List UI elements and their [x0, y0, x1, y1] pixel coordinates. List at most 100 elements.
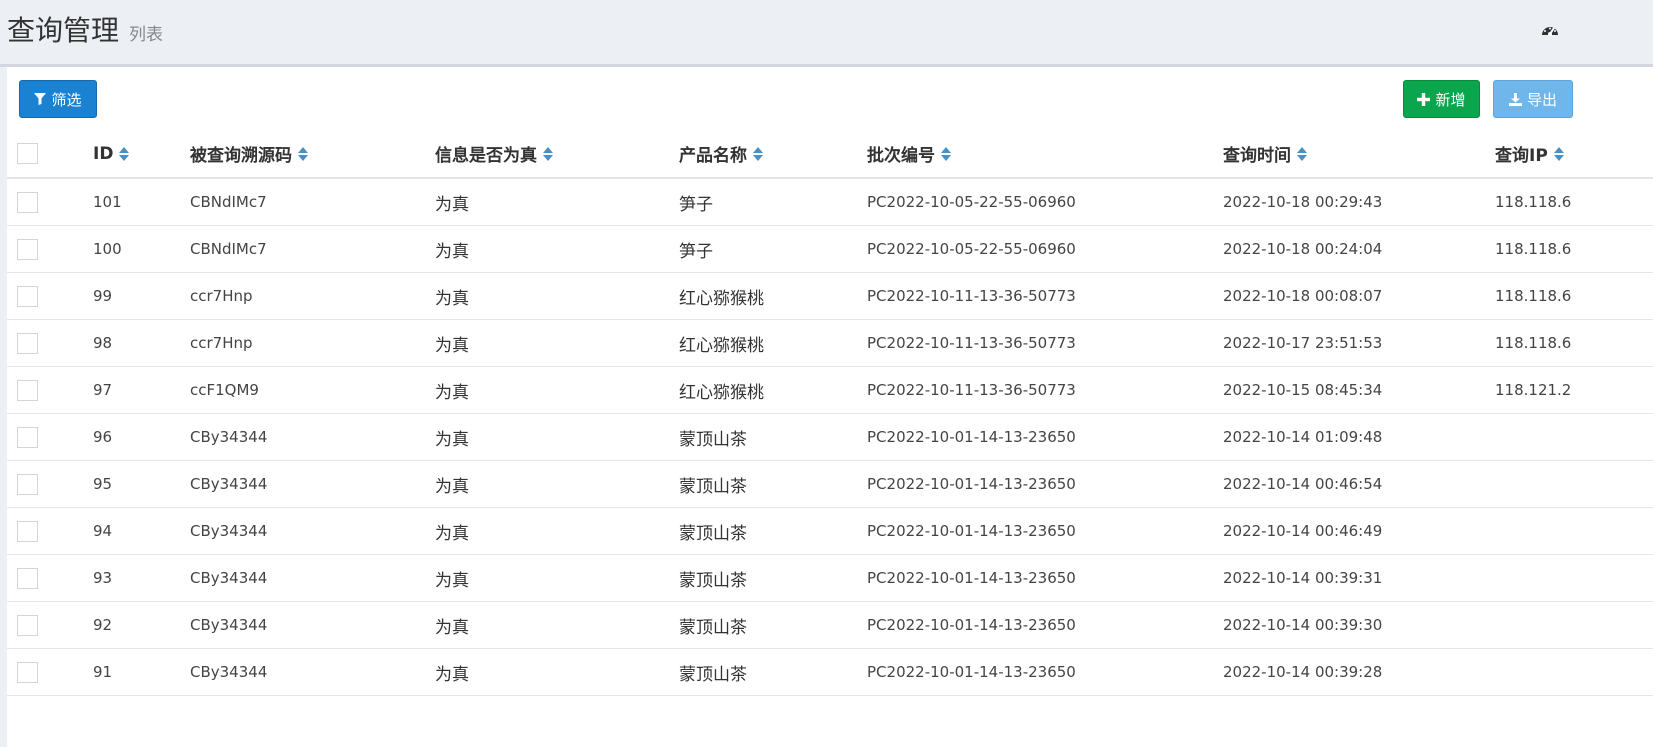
cell-time: 2022-10-15 08:45:34 [1223, 366, 1495, 414]
column-header-label: 信息是否为真 [435, 146, 537, 166]
column-header-code[interactable]: 被查询溯源码 [190, 130, 435, 179]
cell-code: CBy34344 [190, 460, 435, 508]
table-row[interactable]: 94 CBy34344 为真 蒙顶山茶 PC2022-10-01-14-13-2… [7, 507, 1653, 555]
cell-product: 笋子 [679, 225, 867, 273]
column-header-label: 批次编号 [867, 146, 935, 166]
cell-product: 笋子 [679, 178, 867, 226]
row-checkbox[interactable] [17, 238, 38, 260]
row-select-cell [7, 413, 91, 461]
cell-id: 95 [91, 460, 190, 508]
cell-ip: 118.118.6 [1495, 319, 1653, 367]
row-checkbox[interactable] [17, 191, 38, 213]
cell-is-real: 为真 [435, 319, 679, 367]
row-select-cell [7, 366, 91, 414]
cell-id: 97 [91, 366, 190, 414]
cell-product: 蒙顶山茶 [679, 413, 867, 461]
cell-is-real: 为真 [435, 413, 679, 461]
page-title-text: 查询管理 [7, 14, 120, 47]
sort-icon [1553, 146, 1564, 161]
column-header-product[interactable]: 产品名称 [679, 130, 867, 179]
cell-ip [1495, 554, 1653, 602]
cell-id: 92 [91, 601, 190, 649]
query-table: ID 被查询溯源码 信息是否为真 产品名称 批次编号 查询时间 查询IP 101… [7, 130, 1653, 696]
table-row[interactable]: 99 ccr7Hnp 为真 红心猕猴桃 PC2022-10-11-13-36-5… [7, 272, 1653, 320]
row-checkbox[interactable] [17, 332, 38, 354]
sort-icon [753, 146, 763, 161]
cell-product: 红心猕猴桃 [679, 272, 867, 320]
table-row[interactable]: 92 CBy34344 为真 蒙顶山茶 PC2022-10-01-14-13-2… [7, 601, 1653, 649]
cell-batch: PC2022-10-01-14-13-23650 [867, 507, 1223, 555]
cell-is-real: 为真 [435, 366, 679, 414]
cell-code: ccr7Hnp [190, 319, 435, 367]
cell-batch: PC2022-10-01-14-13-23650 [867, 648, 1223, 696]
column-header-batch[interactable]: 批次编号 [867, 130, 1223, 179]
cell-code: CBNdIMc7 [190, 178, 435, 226]
cell-product: 红心猕猴桃 [679, 366, 867, 414]
table-row[interactable]: 97 ccF1QM9 为真 红心猕猴桃 PC2022-10-11-13-36-5… [7, 366, 1653, 414]
cell-is-real: 为真 [435, 507, 679, 555]
row-checkbox[interactable] [17, 473, 38, 495]
row-checkbox[interactable] [17, 567, 38, 589]
cell-id: 100 [91, 225, 190, 273]
cell-time: 2022-10-14 00:39:31 [1223, 554, 1495, 602]
row-checkbox[interactable] [17, 614, 38, 636]
table-row[interactable]: 95 CBy34344 为真 蒙顶山茶 PC2022-10-01-14-13-2… [7, 460, 1653, 508]
column-header-id[interactable]: ID [91, 130, 190, 179]
cell-ip [1495, 648, 1653, 696]
row-select-cell [7, 601, 91, 649]
table-row[interactable]: 101 CBNdIMc7 为真 笋子 PC2022-10-05-22-55-06… [7, 178, 1653, 226]
cell-code: CBy34344 [190, 507, 435, 555]
cell-code: CBy34344 [190, 601, 435, 649]
cell-batch: PC2022-10-11-13-36-50773 [867, 366, 1223, 414]
cell-time: 2022-10-18 00:08:07 [1223, 272, 1495, 320]
cell-time: 2022-10-14 00:46:54 [1223, 460, 1495, 508]
table-row[interactable]: 93 CBy34344 为真 蒙顶山茶 PC2022-10-01-14-13-2… [7, 554, 1653, 602]
row-checkbox[interactable] [17, 520, 38, 542]
column-header-is-real[interactable]: 信息是否为真 [435, 130, 679, 179]
sort-icon [941, 146, 951, 161]
cell-batch: PC2022-10-01-14-13-23650 [867, 413, 1223, 461]
table-row[interactable]: 96 CBy34344 为真 蒙顶山茶 PC2022-10-01-14-13-2… [7, 413, 1653, 461]
cell-id: 99 [91, 272, 190, 320]
column-header-time[interactable]: 查询时间 [1223, 130, 1495, 179]
cell-product: 蒙顶山茶 [679, 601, 867, 649]
select-all-checkbox[interactable] [17, 143, 38, 164]
column-header-label: 查询时间 [1223, 146, 1291, 166]
filter-button[interactable]: 筛选 [19, 80, 97, 118]
dashboard-icon[interactable] [1541, 22, 1559, 38]
row-select-cell [7, 648, 91, 696]
table-row[interactable]: 91 CBy34344 为真 蒙顶山茶 PC2022-10-01-14-13-2… [7, 648, 1653, 696]
row-checkbox[interactable] [17, 426, 38, 448]
row-select-cell [7, 178, 91, 226]
filter-button-label: 筛选 [51, 90, 82, 109]
cell-product: 蒙顶山茶 [679, 460, 867, 508]
cell-ip: 118.118.6 [1495, 272, 1653, 320]
column-header-ip[interactable]: 查询IP [1495, 130, 1653, 179]
export-button[interactable]: 导出 [1493, 80, 1573, 118]
table-row[interactable]: 100 CBNdIMc7 为真 笋子 PC2022-10-05-22-55-06… [7, 225, 1653, 273]
cell-is-real: 为真 [435, 272, 679, 320]
add-button[interactable]: 新增 [1403, 80, 1480, 118]
cell-time: 2022-10-14 00:39:28 [1223, 648, 1495, 696]
cell-batch: PC2022-10-01-14-13-23650 [867, 601, 1223, 649]
cell-batch: PC2022-10-05-22-55-06960 [867, 178, 1223, 226]
table-row[interactable]: 98 ccr7Hnp 为真 红心猕猴桃 PC2022-10-11-13-36-5… [7, 319, 1653, 367]
cell-code: ccr7Hnp [190, 272, 435, 320]
cell-is-real: 为真 [435, 601, 679, 649]
filter-icon [34, 93, 47, 105]
row-checkbox[interactable] [17, 285, 38, 307]
row-checkbox[interactable] [17, 661, 38, 683]
cell-id: 101 [91, 178, 190, 226]
cell-ip: 118.118.6 [1495, 225, 1653, 273]
cell-code: ccF1QM9 [190, 366, 435, 414]
cell-time: 2022-10-14 00:46:49 [1223, 507, 1495, 555]
select-all-cell [7, 130, 91, 179]
cell-time: 2022-10-17 23:51:53 [1223, 319, 1495, 367]
sort-icon [119, 146, 130, 161]
column-header-label: 被查询溯源码 [190, 146, 292, 166]
sort-icon [1297, 146, 1307, 161]
row-checkbox[interactable] [17, 379, 38, 401]
cell-product: 蒙顶山茶 [679, 554, 867, 602]
cell-is-real: 为真 [435, 178, 679, 226]
row-select-cell [7, 225, 91, 273]
